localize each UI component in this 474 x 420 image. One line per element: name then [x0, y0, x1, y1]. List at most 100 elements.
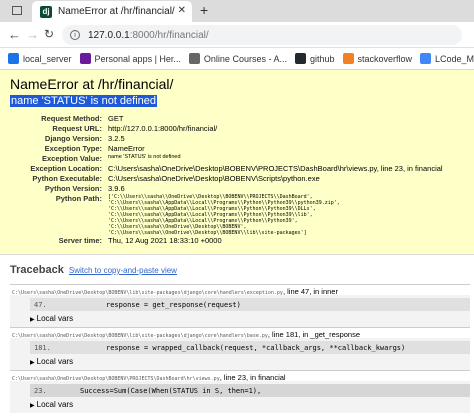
- bookmark-label: Personal apps | Her...: [94, 53, 181, 64]
- site-info-icon[interactable]: i: [70, 30, 80, 40]
- traceback-title: Traceback: [10, 264, 64, 276]
- bookmark-item[interactable]: local_server: [8, 53, 72, 64]
- copy-paste-view-link[interactable]: Switch to copy-and-paste view: [69, 266, 177, 275]
- code-text: response = get_response(request): [106, 300, 241, 309]
- bookmark-icon: [294, 53, 306, 64]
- frame-location: , line 181, in _get_response: [267, 330, 361, 339]
- frame-path: C:\Users\sasha\OneDrive\Desktop\BOBENV\l…: [10, 285, 470, 296]
- meta-row: Exception Location: C:\Users\sasha\OneDri…: [10, 164, 443, 174]
- url-input[interactable]: i 127.0.0.1:8000/hr/financial/: [62, 25, 462, 45]
- meta-value: http://127.0.0.1:8000/hr/financial/: [108, 124, 218, 133]
- meta-key: Exception Value:: [41, 154, 102, 163]
- django-favicon-icon: dj: [40, 5, 52, 18]
- page-title: NameError at /hr/financial/: [10, 76, 174, 92]
- bookmark-item[interactable]: github: [294, 53, 335, 64]
- bookmark-label: Online Courses - A...: [203, 53, 287, 64]
- meta-row: Request URL: http://127.0.0.1:8000/hr/fin…: [10, 124, 443, 134]
- local-vars-label: Local vars: [36, 314, 74, 323]
- meta-value: Thu, 12 Aug 2021 18:33:10 +0000: [108, 236, 222, 245]
- close-tab-icon[interactable]: ✕: [178, 5, 186, 16]
- disclosure-triangle-icon: ▶: [30, 360, 35, 366]
- bookmark-item[interactable]: LCode_Mail: [420, 53, 474, 64]
- exception-value-banner: name 'STATUS' is not defined: [10, 95, 158, 107]
- meta-value: C:\Users\sasha\OneDrive\Desktop\BOBENV\S…: [108, 174, 320, 183]
- local-vars-toggle[interactable]: ▶ Local vars: [30, 354, 470, 370]
- frame-code-line[interactable]: 23. Success=Sum(Case(When(STATUS in S, th…: [30, 384, 470, 397]
- frame-file: C:\Users\sasha\OneDrive\Desktop\BOBENV\P…: [12, 376, 220, 382]
- disclosure-triangle-icon: ▶: [30, 317, 35, 323]
- new-tab-icon[interactable]: +: [200, 2, 208, 18]
- window-menu-icon[interactable]: [12, 6, 22, 15]
- bookmark-icon: [79, 53, 91, 64]
- reload-icon[interactable]: ↻: [44, 27, 54, 41]
- line-number: 47.: [34, 300, 47, 309]
- line-number: 23.: [34, 386, 47, 395]
- code-text: Success=Sum(Case(When(STATUS in S, then=…: [80, 386, 262, 395]
- traceback-frame: C:\Users\sasha\OneDrive\Desktop\BOBENV\l…: [10, 284, 470, 327]
- line-number: 181.: [34, 343, 51, 352]
- local-vars-label: Local vars: [36, 400, 74, 409]
- forward-icon[interactable]: →: [26, 27, 39, 42]
- bookmark-icon: [8, 53, 19, 64]
- meta-value: ['C:\\Users\\sasha\\OneDrive\\Desktop\\B…: [108, 194, 443, 236]
- bookmark-label: github: [309, 53, 335, 64]
- meta-key: Request URL:: [52, 124, 102, 133]
- frame-path: C:\Users\sasha\OneDrive\Desktop\BOBENV\l…: [10, 328, 470, 339]
- traceback-heading: Traceback Switch to copy-and-paste view: [10, 264, 474, 276]
- meta-row: Exception Type: NameError: [10, 144, 443, 154]
- frame-file: C:\Users\sasha\OneDrive\Desktop\BOBENV\l…: [12, 333, 268, 339]
- frame-code-line[interactable]: 181. response = wrapped_callback(request,…: [30, 341, 470, 354]
- meta-value: NameError: [108, 144, 145, 153]
- meta-key: Exception Location:: [30, 164, 102, 173]
- bookmark-icon: [188, 53, 200, 64]
- meta-row: Server time: Thu, 12 Aug 2021 18:33:10 +0…: [10, 236, 443, 246]
- traceback-frame: C:\Users\sasha\OneDrive\Desktop\BOBENV\l…: [10, 327, 470, 370]
- frame-file: C:\Users\sasha\OneDrive\Desktop\BOBENV\l…: [12, 290, 283, 296]
- bookmark-icon: [342, 53, 354, 64]
- meta-key: Server time:: [58, 236, 102, 245]
- disclosure-triangle-icon: ▶: [30, 403, 35, 409]
- address-bar: ← → ↻ i 127.0.0.1:8000/hr/financial/: [0, 22, 474, 48]
- bookmark-item[interactable]: Personal apps | Her...: [79, 53, 181, 64]
- request-meta-table: Request Method: GET Request URL: http://127…: [10, 114, 443, 246]
- tab-strip: dj NameError at /hr/financial/ ✕ +: [0, 0, 474, 22]
- traceback-frames: C:\Users\sasha\OneDrive\Desktop\BOBENV\l…: [10, 284, 470, 413]
- meta-row: Python Version: 3.9.6: [10, 184, 443, 194]
- frame-path: C:\Users\sasha\OneDrive\Desktop\BOBENV\P…: [10, 371, 470, 382]
- back-icon[interactable]: ←: [8, 27, 21, 42]
- meta-key: Exception Type:: [44, 144, 102, 153]
- traceback-section: Traceback Switch to copy-and-paste view …: [0, 256, 474, 420]
- bookmark-item[interactable]: stackoverflow: [342, 53, 413, 64]
- bookmark-item[interactable]: Online Courses - A...: [188, 53, 287, 64]
- bookmark-icon: [420, 53, 432, 64]
- url-text: 127.0.0.1:8000/hr/financial/: [88, 30, 209, 41]
- url-host: 127.0.0.1: [88, 29, 130, 41]
- tab-title: NameError at /hr/financial/: [58, 6, 175, 17]
- meta-value: 3.9.6: [108, 184, 125, 193]
- meta-key: Python Version:: [44, 184, 102, 193]
- meta-value: name 'STATUS' is not defined: [108, 154, 181, 160]
- bookmark-label: local_server: [23, 53, 72, 64]
- frame-location: , line 47, in inner: [282, 287, 338, 296]
- meta-row: Exception Value: name 'STATUS' is not def…: [10, 154, 443, 164]
- meta-key: Request Method:: [41, 114, 102, 123]
- traceback-frame: C:\Users\sasha\OneDrive\Desktop\BOBENV\P…: [10, 370, 470, 413]
- error-summary: NameError at /hr/financial/ name 'STATUS…: [0, 70, 474, 255]
- bookmark-label: stackoverflow: [357, 53, 413, 64]
- frame-location: , line 23, in financial: [219, 373, 286, 382]
- local-vars-label: Local vars: [36, 357, 74, 366]
- meta-value: 3.2.5: [108, 134, 125, 143]
- meta-key: Python Executable:: [32, 174, 102, 183]
- local-vars-toggle[interactable]: ▶ Local vars: [30, 311, 470, 327]
- tab-active[interactable]: dj NameError at /hr/financial/ ✕: [32, 1, 192, 22]
- meta-row: Python Path: ['C:\\Users\\sasha\\OneDrive…: [10, 194, 443, 236]
- meta-key: Django Version:: [44, 134, 102, 143]
- local-vars-toggle[interactable]: ▶ Local vars: [30, 397, 470, 413]
- meta-value: C:\Users\sasha\OneDrive\Desktop\BOBENV\P…: [108, 164, 443, 173]
- code-text: response = wrapped_callback(request, *ca…: [106, 343, 406, 352]
- meta-value: GET: [108, 114, 124, 123]
- url-path: :8000/hr/financial/: [129, 29, 209, 41]
- bookmarks-bar: local_server Personal apps | Her... Online…: [0, 48, 474, 70]
- frame-code-line[interactable]: 47. response = get_response(request): [30, 298, 470, 311]
- meta-row: Request Method: GET: [10, 114, 443, 124]
